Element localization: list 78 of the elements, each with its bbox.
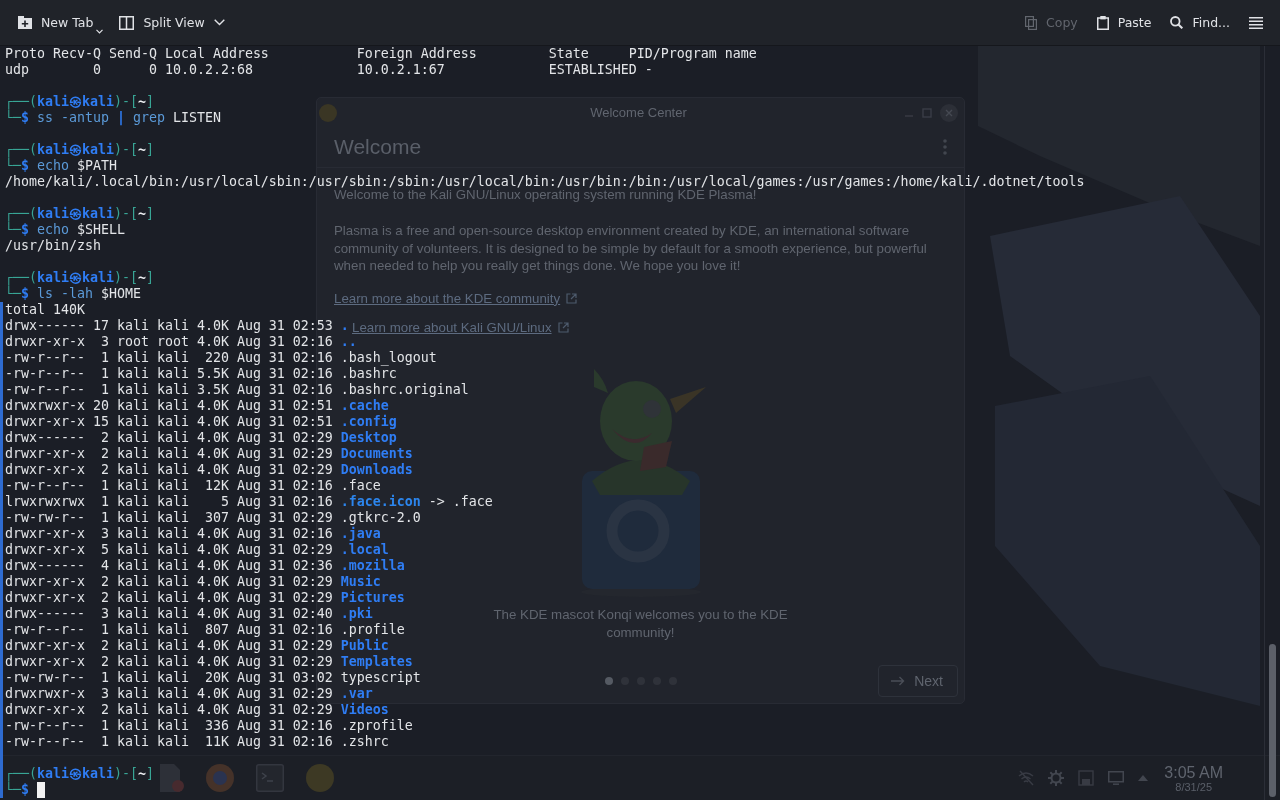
command-line: └─$ ls -lah $HOME	[5, 286, 141, 302]
prompt-line: └─$	[5, 782, 29, 797]
listing-line: -rw-r--r-- 1 kali kali 3.5K Aug 31 02:16 .bashrc.original	[5, 382, 469, 398]
listing-line: drwx------ 17 kali kali 4.0K Aug 31 02:53 .	[5, 318, 349, 334]
globe-icon[interactable]	[206, 764, 234, 792]
gear-icon[interactable]	[1048, 770, 1065, 786]
listing-line: -rw-rw-r-- 1 kali kali 20K Aug 31 03:02 typescript	[5, 670, 421, 686]
listing-line: drwx------ 3 kali kali 4.0K Aug 31 02:40 .pki	[5, 606, 373, 622]
clipboard-icon	[1096, 15, 1109, 30]
output-line: /home/kali/.local/bin:/usr/local/sbin:/usr/sbin:/sbin:/usr/local/bin:/usr/bin:/bin:/usr/local/games:/usr/games:/home/kali/.dotnet/tools	[5, 174, 1085, 190]
listing-line: drwxr-xr-x 2 kali kali 4.0K Aug 31 02:29 Pictures	[5, 590, 405, 606]
document-icon[interactable]	[158, 764, 184, 792]
prompt-line: ┌──(kali㉿kali)-[~]	[5, 766, 154, 782]
listing-line: drwxr-xr-x 2 kali kali 4.0K Aug 31 02:29 Templates	[5, 654, 413, 670]
prompt-line: ┌──(kali㉿kali)-[~]	[5, 94, 154, 110]
new-tab-button[interactable]: New Tab	[10, 7, 112, 38]
listing-line: lrwxrwxrwx 1 kali kali 5 Aug 31 02:16 .face.icon -> .face	[5, 494, 493, 510]
plus-tab-icon	[18, 16, 32, 29]
listing-line: drwxr-xr-x 3 kali kali 4.0K Aug 31 02:16 .java	[5, 526, 381, 542]
arrow-right-icon	[891, 676, 906, 686]
scrollbar-thumb[interactable]	[1269, 644, 1276, 797]
listing-line: drwxr-xr-x 2 kali kali 4.0K Aug 31 02:29 Music	[5, 574, 381, 590]
listing-line: -rw-r--r-- 1 kali kali 807 Aug 31 02:16 .profile	[5, 622, 405, 638]
paste-button[interactable]: Paste	[1088, 7, 1160, 38]
monitor-icon[interactable]	[1108, 771, 1125, 785]
listing-line: -rw-rw-r-- 1 kali kali 307 Aug 31 02:29 .gtkrc-2.0	[5, 510, 421, 526]
output-line: Proto Recv-Q Send-Q Local Address Foreign Address State PID/Program name	[5, 46, 757, 62]
search-icon	[1170, 16, 1184, 29]
listing-line: drwxr-xr-x 3 root root 4.0K Aug 31 02:16 ..	[5, 334, 357, 350]
copy-icon	[1025, 15, 1037, 30]
listing-line: drwxr-xr-x 2 kali kali 4.0K Aug 31 02:29 Public	[5, 638, 389, 654]
command-line: └─$ ss -antup | grep LISTEN	[5, 110, 221, 126]
prompt-line: ┌──(kali㉿kali)-[~]	[5, 206, 154, 222]
page-heading: Welcome	[334, 135, 422, 159]
command-line: └─$ echo $PATH	[5, 158, 117, 174]
output-line: udp 0 0 10.0.2.2:68 10.0.2.1:67 ESTABLISHED -	[5, 62, 653, 78]
external-link-icon	[566, 292, 578, 304]
mascot-caption: The KDE mascot Konqi welcomes you to the KDE community!	[492, 605, 789, 642]
find-button[interactable]: Find...	[1162, 7, 1238, 38]
split-view-button[interactable]: Split View	[111, 7, 233, 38]
listing-line: -rw-r--r-- 1 kali kali 11K Aug 31 02:16 .zshrc	[5, 734, 389, 750]
prompt-line: ┌──(kali㉿kali)-[~]	[5, 270, 154, 286]
menu-icon	[1249, 16, 1263, 29]
split-panel-icon	[119, 15, 135, 30]
clock-date: 8/31/25	[1175, 780, 1212, 793]
disc-icon[interactable]	[306, 764, 334, 792]
listing-line: -rw-r--r-- 1 kali kali 5.5K Aug 31 02:16 .bashrc	[5, 366, 397, 382]
listing-line: drwxr-xr-x 15 kali kali 4.0K Aug 31 02:51 .config	[5, 414, 397, 430]
listing-line: -rw-r--r-- 1 kali kali 12K Aug 31 02:16 .face	[5, 478, 381, 494]
listing-line: drwxrwxr-x 20 kali kali 4.0K Aug 31 02:51 .cache	[5, 398, 389, 414]
listing-line: drwxr-xr-x 2 kali kali 4.0K Aug 31 02:29 Documents	[5, 446, 413, 462]
listing-line: drwx------ 2 kali kali 4.0K Aug 31 02:29 Desktop	[5, 430, 397, 446]
network-icon[interactable]	[1018, 770, 1035, 786]
listing-line: -rw-r--r-- 1 kali kali 336 Aug 31 02:16 .zprofile	[5, 718, 413, 734]
kebab-menu-icon[interactable]	[943, 139, 947, 155]
app-icon	[319, 103, 337, 122]
listing-line: drwx------ 4 kali kali 4.0K Aug 31 02:36 .mozilla	[5, 558, 405, 574]
listing-line: drwxr-xr-x 5 kali kali 4.0K Aug 31 02:29 .local	[5, 542, 389, 558]
clock-time: 3:05 AM	[1164, 763, 1223, 781]
output-line: total 140K	[5, 302, 85, 318]
caret-icon[interactable]	[96, 28, 104, 34]
listing-line: drwxr-xr-x 2 kali kali 4.0K Aug 31 02:29 Videos	[5, 702, 389, 718]
terminal-icon[interactable]	[256, 764, 284, 792]
external-link-icon	[557, 321, 569, 333]
caret-up-icon[interactable]	[1138, 775, 1149, 781]
command-line: └─$ echo $SHELL	[5, 222, 125, 238]
chevron-down-icon[interactable]	[213, 19, 225, 26]
close-icon[interactable]	[940, 103, 958, 122]
listing-line: drwxr-xr-x 2 kali kali 4.0K Aug 31 02:29 Downloads	[5, 462, 413, 478]
listing-line: -rw-r--r-- 1 kali kali 220 Aug 31 02:16 .bash_logout	[5, 350, 437, 366]
output-line: /usr/bin/zsh	[5, 238, 101, 254]
listing-line: drwxrwxr-x 3 kali kali 4.0K Aug 31 02:29 .var	[5, 686, 373, 702]
window-title: Welcome Center	[590, 105, 687, 120]
drive-icon[interactable]	[1078, 770, 1095, 786]
page-dot[interactable]	[604, 677, 613, 685]
description-text: Plasma is a free and open-source desktop environment created by KDE, an international software community of volunteers. It is designed to be simple by default for a smooth experience, but powerful when needed to help you really get things done. We hope you love it!	[334, 222, 928, 275]
prompt-line: ┌──(kali㉿kali)-[~]	[5, 142, 154, 158]
intro-text: Welcome to the Kali GNU/Linux operating system running KDE Plasma!	[334, 187, 757, 203]
